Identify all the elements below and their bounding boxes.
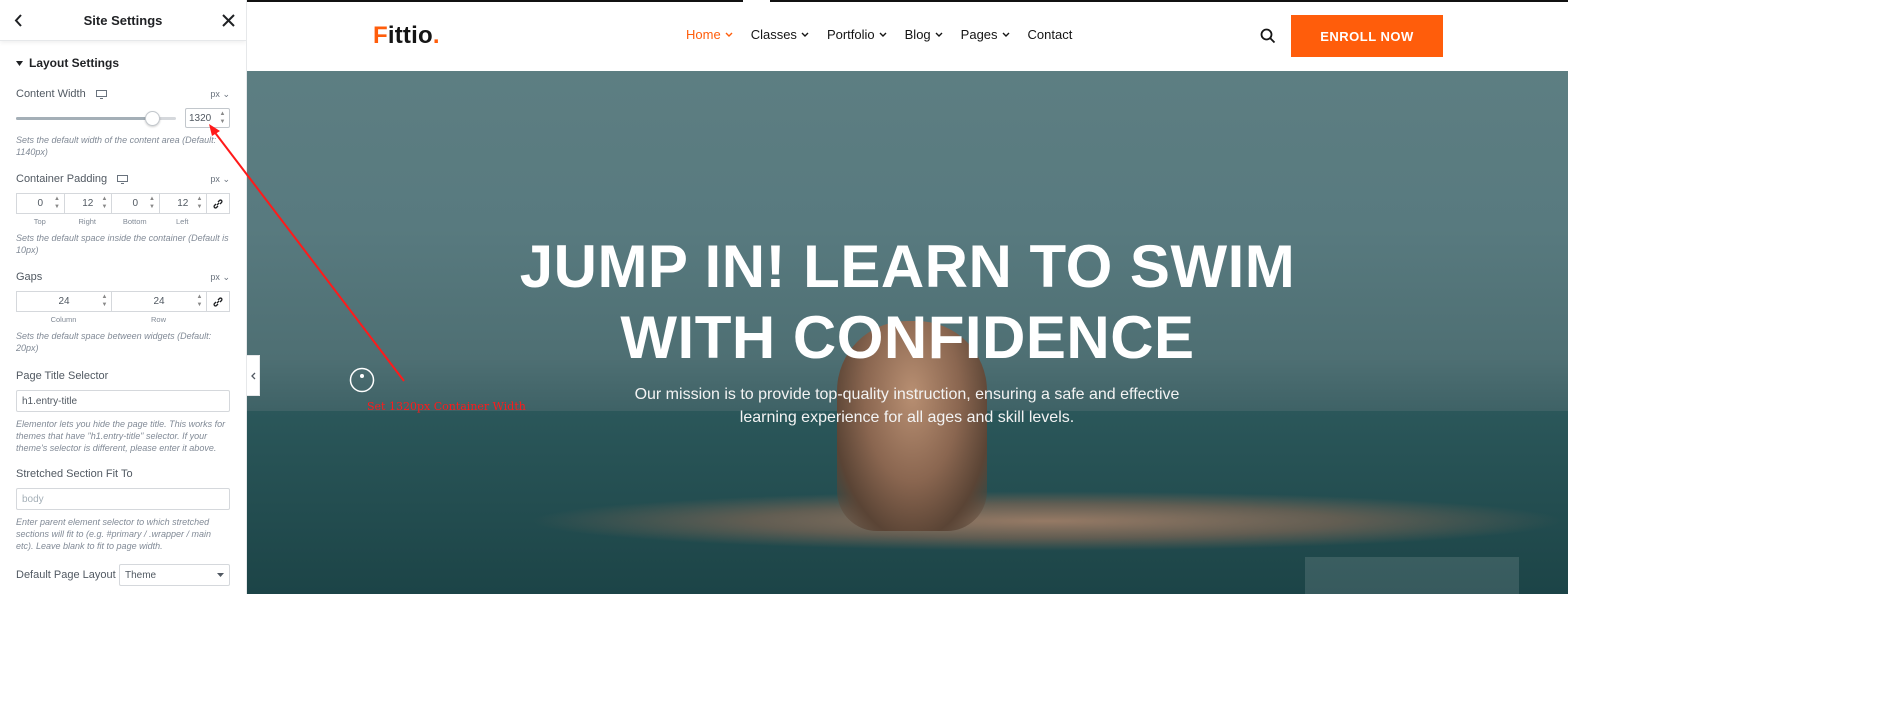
padding-right-caption: Right <box>78 217 96 226</box>
site-logo[interactable]: Fittio. <box>373 22 440 50</box>
stepper-icon[interactable]: ▲ ▼ <box>100 196 109 210</box>
padding-left-input[interactable]: 12 ▲ ▼ <box>158 193 206 214</box>
collapse-panel-button[interactable] <box>247 355 260 396</box>
chevron-down-icon <box>801 32 809 37</box>
top-border <box>247 0 1568 2</box>
select-value: Theme <box>125 569 157 581</box>
stepper-icon[interactable]: ▲ ▼ <box>148 196 157 210</box>
hero-swimmer-arms <box>527 491 1567 551</box>
nav-item-pages[interactable]: Pages <box>961 27 1010 42</box>
stepper-icon[interactable]: ▲ ▼ <box>218 111 227 125</box>
gaps-label: Gaps <box>16 271 43 283</box>
hero-subtitle: Our mission is to provide top-quality in… <box>634 386 1180 426</box>
stretched-section-help: Enter parent element selector to which s… <box>16 517 212 551</box>
page-title-selector-help: Elementor lets you hide the page title. … <box>16 419 226 453</box>
caret-down-icon <box>16 60 23 66</box>
unit-selector[interactable]: px ⌄ <box>210 174 230 185</box>
site-header: Fittio. Home Classes Portfolio Blog Page… <box>247 0 1568 71</box>
hero-section: JUMP IN! LEARN TO SWIM WITH CONFIDENCE Ou… <box>247 71 1568 594</box>
hero-title: JUMP IN! LEARN TO SWIM WITH CONFIDENCE <box>519 233 1296 371</box>
gap-row-caption: Row <box>150 315 166 324</box>
gap-column-input[interactable]: 24 ▲ ▼ <box>16 291 111 312</box>
back-chevron-icon[interactable] <box>10 12 26 28</box>
stepper-icon[interactable]: ▲ ▼ <box>195 196 204 210</box>
caret-down-icon <box>217 573 224 577</box>
stepper-icon[interactable]: ▲ ▼ <box>100 294 109 308</box>
stretched-section-input[interactable]: body <box>16 488 230 510</box>
site-preview: Fittio. Home Classes Portfolio Blog Page… <box>247 0 1568 594</box>
stepper-icon[interactable]: ▲ ▼ <box>53 196 62 210</box>
content-width-value: 1320 <box>189 112 212 124</box>
gaps-help: Sets the default space between widgets (… <box>16 331 212 353</box>
nav-item-portfolio[interactable]: Portfolio <box>827 27 887 42</box>
link-values-icon[interactable] <box>206 291 230 312</box>
padding-left-caption: Left <box>175 217 189 226</box>
section-layout-settings[interactable]: Layout Settings <box>0 41 246 78</box>
close-icon[interactable] <box>220 12 236 28</box>
page-title-selector-input[interactable]: h1.entry-title <box>16 390 230 412</box>
stepper-icon[interactable]: ▲ ▼ <box>195 294 204 308</box>
gaps-control: Gaps px ⌄ 24 ▲ ▼ Column 24 ▲ ▼ Row Sets the … <box>0 269 246 354</box>
stretched-section-label: Stretched Section Fit To <box>16 468 133 480</box>
nav-item-blog[interactable]: Blog <box>905 27 943 42</box>
main-nav: Home Classes Portfolio Blog Pages Contac… <box>686 27 1072 42</box>
slider-fill <box>16 116 152 120</box>
chevron-down-icon: ⌄ <box>222 173 230 184</box>
padding-bottom-caption: Bottom <box>122 217 147 226</box>
section-title: Layout Settings <box>29 56 120 70</box>
chevron-down-icon: ⌄ <box>222 271 230 282</box>
search-icon[interactable] <box>1260 28 1276 49</box>
chevron-down-icon <box>1002 32 1010 37</box>
padding-bottom-input[interactable]: 0 ▲ ▼ <box>111 193 159 214</box>
content-width-control: Content Width px ⌄ 1320 ▲ ▼ Sets the defa… <box>0 86 246 158</box>
link-values-icon[interactable] <box>206 193 230 214</box>
page-title-selector-control: Page Title Selector h1.entry-title Eleme… <box>0 368 246 454</box>
hero-corner-card <box>1305 557 1519 594</box>
desktop-icon[interactable] <box>95 89 107 99</box>
content-width-slider[interactable] <box>16 110 176 126</box>
nav-item-classes[interactable]: Classes <box>751 27 809 42</box>
default-page-layout-label: Default Page Layout <box>16 569 116 581</box>
chevron-down-icon <box>879 32 887 37</box>
padding-top-input[interactable]: 0 ▲ ▼ <box>16 193 64 214</box>
chevron-down-icon: ⌄ <box>222 88 230 99</box>
content-width-help: Sets the default width of the content ar… <box>16 135 217 157</box>
chevron-down-icon <box>935 32 943 37</box>
container-padding-control: Container Padding px ⌄ 0 ▲ ▼ Top 12 ▲ ▼ Righ… <box>0 171 246 256</box>
stretched-section-control: Stretched Section Fit To body Enter pare… <box>0 466 246 552</box>
nav-item-home[interactable]: Home <box>686 27 733 42</box>
panel-title: Site Settings <box>83 12 163 28</box>
page-title-selector-label: Page Title Selector <box>16 370 109 382</box>
default-page-layout-control: Default Page Layout Theme <box>0 564 246 586</box>
gap-column-caption: Column <box>50 315 77 324</box>
container-padding-label: Container Padding <box>16 173 108 185</box>
nav-item-contact[interactable]: Contact <box>1028 27 1073 42</box>
panel-header: Site Settings <box>0 0 246 41</box>
unit-selector[interactable]: px ⌄ <box>210 272 230 283</box>
chevron-left-icon <box>250 372 255 379</box>
site-settings-panel: Site Settings Layout Settings Content Wi… <box>0 0 247 594</box>
chevron-down-icon <box>725 32 733 37</box>
content-width-label: Content Width <box>16 88 86 100</box>
slider-handle[interactable] <box>144 110 160 126</box>
enroll-now-button[interactable]: ENROLL NOW <box>1291 15 1443 57</box>
gap-row-input[interactable]: 24 ▲ ▼ <box>111 291 206 312</box>
content-width-input[interactable]: 1320 ▲ ▼ <box>185 108 230 128</box>
desktop-icon[interactable] <box>117 174 129 184</box>
padding-right-input[interactable]: 12 ▲ ▼ <box>63 193 111 214</box>
container-padding-help: Sets the default space inside the contai… <box>16 233 229 255</box>
unit-selector[interactable]: px ⌄ <box>210 89 230 100</box>
default-page-layout-select[interactable]: Theme <box>119 564 230 586</box>
padding-top-caption: Top <box>33 217 46 226</box>
